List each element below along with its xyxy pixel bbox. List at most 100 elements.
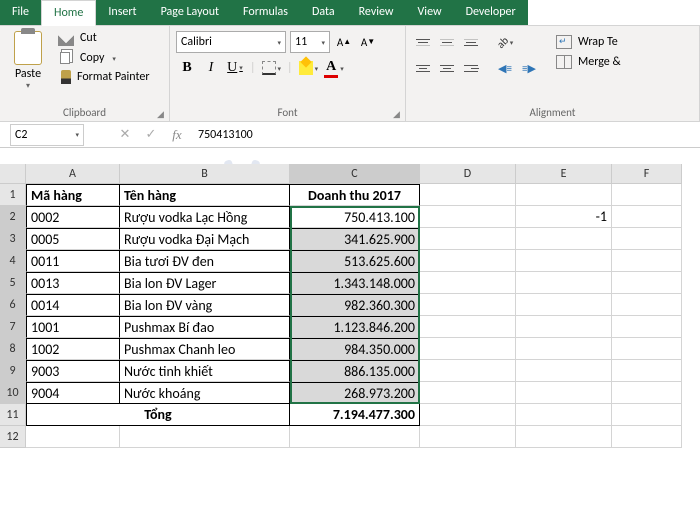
decrease-font-button[interactable]: A▼ xyxy=(358,32,378,52)
cell[interactable]: Mã hàng xyxy=(26,184,120,206)
underline-button[interactable]: U▾ xyxy=(224,57,246,79)
row-header[interactable]: 11 xyxy=(0,404,26,426)
cell[interactable]: Tên hàng xyxy=(120,184,290,206)
cell[interactable]: -1 xyxy=(516,206,612,228)
cell[interactable] xyxy=(612,294,682,316)
cell[interactable] xyxy=(420,360,516,382)
cell[interactable] xyxy=(612,250,682,272)
row-header[interactable]: 5 xyxy=(0,272,26,294)
cell[interactable] xyxy=(290,426,420,448)
cell[interactable] xyxy=(516,338,612,360)
cell[interactable] xyxy=(420,382,516,404)
cell[interactable]: Bia lon ĐV vàng xyxy=(120,294,290,316)
chevron-down-icon[interactable]: ▾ xyxy=(26,81,30,91)
cell[interactable]: 984.350.000 xyxy=(290,338,420,360)
cell[interactable] xyxy=(516,316,612,338)
cell[interactable] xyxy=(516,360,612,382)
insert-function-button[interactable]: fx xyxy=(164,124,190,146)
cell[interactable] xyxy=(420,404,516,426)
cell[interactable]: Bia tươi ĐV đen xyxy=(120,250,290,272)
cell[interactable] xyxy=(420,294,516,316)
tab-insert[interactable]: Insert xyxy=(96,0,148,25)
align-left-button[interactable] xyxy=(412,57,434,79)
cell[interactable]: 0013 xyxy=(26,272,120,294)
cell[interactable] xyxy=(420,426,516,448)
col-header[interactable]: C xyxy=(290,164,420,184)
row-header[interactable]: 9 xyxy=(0,360,26,382)
cell[interactable]: Pushmax Chanh leo xyxy=(120,338,290,360)
cell-total-value[interactable]: 7.194.477.300 xyxy=(290,404,420,426)
cell[interactable]: 886.135.000 xyxy=(290,360,420,382)
cell[interactable]: 1.123.846.200 xyxy=(290,316,420,338)
cell[interactable]: 1.343.148.000 xyxy=(290,272,420,294)
cell[interactable] xyxy=(516,250,612,272)
row-header[interactable]: 3 xyxy=(0,228,26,250)
cell[interactable]: 9004 xyxy=(26,382,120,404)
cell[interactable] xyxy=(516,184,612,206)
fill-color-button[interactable]: ▾ xyxy=(297,57,321,79)
dialog-launcher-icon[interactable]: ◢ xyxy=(393,109,403,119)
cell[interactable] xyxy=(420,206,516,228)
cell[interactable] xyxy=(516,272,612,294)
font-name-select[interactable]: Calibri▾ xyxy=(176,31,286,53)
cell[interactable] xyxy=(26,426,120,448)
decrease-indent-button[interactable]: ◀≡ xyxy=(494,57,516,79)
increase-indent-button[interactable]: ≡▶ xyxy=(518,57,540,79)
cell[interactable]: 0005 xyxy=(26,228,120,250)
cell[interactable] xyxy=(612,360,682,382)
row-header[interactable]: 4 xyxy=(0,250,26,272)
cell[interactable] xyxy=(420,250,516,272)
format-painter-button[interactable]: Format Painter xyxy=(54,69,154,85)
row-header[interactable]: 1 xyxy=(0,184,26,206)
cell[interactable] xyxy=(612,316,682,338)
cancel-formula-button[interactable]: ✕ xyxy=(112,124,138,146)
cell[interactable] xyxy=(516,382,612,404)
cell-total-label[interactable]: Tổng xyxy=(26,404,290,426)
cell[interactable]: 0014 xyxy=(26,294,120,316)
cell[interactable]: Doanh thu 2017 xyxy=(290,184,420,206)
row-header[interactable]: 10 xyxy=(0,382,26,404)
col-header[interactable]: D xyxy=(420,164,516,184)
col-header[interactable]: F xyxy=(612,164,682,184)
paste-button[interactable]: Paste ▾ xyxy=(6,29,50,101)
row-header[interactable]: 7 xyxy=(0,316,26,338)
enter-formula-button[interactable]: ✓ xyxy=(138,124,164,146)
italic-button[interactable]: I xyxy=(200,57,222,79)
cell[interactable] xyxy=(612,272,682,294)
select-all-corner[interactable] xyxy=(0,164,26,184)
wrap-text-button[interactable]: Wrap Te xyxy=(556,35,621,49)
cell[interactable]: Pushmax Bí đao xyxy=(120,316,290,338)
chevron-down-icon[interactable]: ▾ xyxy=(112,54,116,63)
cell[interactable]: 341.625.900 xyxy=(290,228,420,250)
cell[interactable] xyxy=(516,294,612,316)
cell[interactable] xyxy=(420,316,516,338)
tab-data[interactable]: Data xyxy=(300,0,347,25)
cell[interactable] xyxy=(612,228,682,250)
cell[interactable] xyxy=(420,184,516,206)
align-middle-button[interactable] xyxy=(436,31,458,53)
merge-center-button[interactable]: Merge & xyxy=(556,55,621,69)
tab-developer[interactable]: Developer xyxy=(454,0,528,25)
cell[interactable]: 0002 xyxy=(26,206,120,228)
tab-review[interactable]: Review xyxy=(347,0,406,25)
cell[interactable] xyxy=(612,206,682,228)
cut-button[interactable]: Cut xyxy=(54,29,154,47)
cell[interactable]: 268.973.200 xyxy=(290,382,420,404)
align-center-button[interactable] xyxy=(436,57,458,79)
align-bottom-button[interactable] xyxy=(460,31,482,53)
col-header[interactable]: E xyxy=(516,164,612,184)
cell[interactable]: 0011 xyxy=(26,250,120,272)
cell[interactable]: Rượu vodka Lạc Hồng xyxy=(120,206,290,228)
cell[interactable]: 1002 xyxy=(26,338,120,360)
cell[interactable]: 513.625.600 xyxy=(290,250,420,272)
name-box[interactable]: C2▾ xyxy=(10,124,84,146)
row-header[interactable]: 6 xyxy=(0,294,26,316)
cell[interactable] xyxy=(516,426,612,448)
cell[interactable]: 1001 xyxy=(26,316,120,338)
copy-button[interactable]: Copy▾ xyxy=(54,49,154,67)
cell[interactable]: Nước khoáng xyxy=(120,382,290,404)
cell[interactable] xyxy=(612,426,682,448)
cell[interactable] xyxy=(612,404,682,426)
borders-button[interactable]: ▾ xyxy=(260,57,284,79)
tab-file[interactable]: File xyxy=(0,0,41,25)
